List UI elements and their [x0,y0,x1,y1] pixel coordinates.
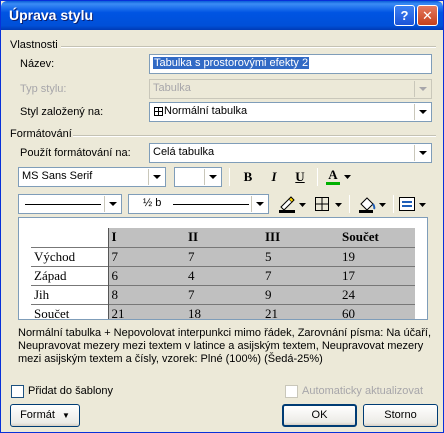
name-input[interactable]: Tabulka s prostorovými efekty 2 [149,54,432,74]
preview-cell: 4 [185,265,262,285]
help-button[interactable]: ? [394,5,415,26]
auto-update-label: Automaticky aktualizovat [302,385,424,397]
toolbar-separator [349,195,350,213]
preview-cell: I [108,228,185,247]
line-weight-sample [173,204,249,205]
preview-cell: 24 [339,284,415,304]
based-on-label: Styl založený na: [20,106,104,118]
toolbar-separator [229,168,230,186]
style-type-select: Tabulka [149,79,432,99]
name-label: Název: [20,58,55,70]
preview-cell: Východ [31,246,109,266]
close-button[interactable]: ✕ [417,5,438,26]
borders-icon[interactable] [315,197,329,211]
format-button-label: Formát [20,409,55,421]
auto-update-checkbox [285,385,298,398]
chevron-down-icon[interactable] [299,203,306,207]
apply-to-label: Použít formátování na: [20,147,131,159]
properties-group-label: Vlastnosti [10,39,58,51]
style-type-label: Typ stylu: [20,83,67,95]
underline-button[interactable]: U [289,167,311,187]
style-description: Normální tabulka + Nepovolovat interpunk… [18,327,431,365]
preview-cell: 18 [185,303,262,319]
preview-cell: III [262,228,339,247]
font-size-select[interactable] [174,167,222,187]
preview-cell: Západ [31,265,109,285]
font-name-value: MS Sans Serif [22,170,93,182]
cancel-button[interactable]: Storno [363,404,438,427]
preview-cell: Součet [31,303,109,319]
preview-cell: Součet [339,228,415,247]
formatting-group-label: Formátování [10,128,72,140]
preview-cell: II [185,228,262,247]
preview-cell: 19 [339,246,415,266]
font-name-select[interactable]: MS Sans Serif [18,167,166,187]
preview-cell: 9 [262,284,339,304]
preview-cell: 7 [185,284,262,304]
alignment-icon[interactable] [399,197,415,211]
preview-row: Součet 21 18 21 60 [31,303,415,319]
preview-row: I II III Součet [31,228,415,247]
chevron-down-icon[interactable] [419,203,426,207]
chevron-down-icon[interactable] [335,203,342,207]
font-color-swatch [326,182,340,185]
style-preview: I II III Součet Východ 7 7 5 19 Západ 6 4 7 17 Jih 8 7 9 2… [18,217,428,320]
properties-divider [61,46,436,48]
toolbar-separator [393,195,394,213]
chevron-down-icon[interactable] [414,145,430,161]
apply-to-select[interactable]: Celá tabulka [149,143,432,163]
preview-row: Západ 6 4 7 17 [31,265,415,285]
preview-cell: 7 [185,246,262,266]
border-color-icon[interactable] [278,195,296,213]
chevron-down-icon[interactable] [344,175,351,179]
preview-cell: 8 [108,284,185,304]
format-button[interactable]: Formát ▼ [10,404,80,427]
preview-cell: 7 [108,246,185,266]
preview-table: I II III Součet Východ 7 7 5 19 Západ 6 4 7 17 Jih 8 7 9 2… [31,228,415,319]
chevron-down-icon[interactable] [104,196,120,212]
preview-cell: 7 [262,265,339,285]
add-to-template-label: Přidat do šablony [28,385,113,397]
preview-cell: 21 [262,303,339,319]
table-icon [154,107,163,116]
preview-cell: 21 [108,303,185,319]
italic-button[interactable]: I [263,167,285,187]
dialog-title: Úprava stylu [9,7,94,23]
line-style-sample [25,204,101,205]
chevron-down-icon[interactable] [251,196,267,212]
toolbar-separator [317,168,318,186]
chevron-down-icon[interactable] [148,169,164,185]
preview-cell: 60 [339,303,415,319]
ok-button[interactable]: OK [282,404,357,427]
chevron-down-icon[interactable] [379,203,386,207]
shading-color-icon[interactable] [358,195,376,213]
style-type-value: Tabulka [153,82,191,94]
line-weight-select[interactable]: ½ b [128,194,269,214]
add-to-template-checkbox[interactable] [11,385,24,398]
chevron-down-icon[interactable] [204,169,220,185]
formatting-divider [73,135,436,137]
preview-cell [31,228,109,247]
line-style-select[interactable] [18,194,122,214]
preview-cell: 5 [262,246,339,266]
preview-row: Jih 8 7 9 24 [31,284,415,304]
title-bar: Úprava stylu ? ✕ [1,1,443,30]
line-weight-value: ½ b [143,197,162,209]
preview-row: Východ 7 7 5 19 [31,246,415,266]
based-on-value: Normální tabulka [164,105,248,117]
font-color-button[interactable]: A [325,165,341,185]
name-input-value: Tabulka s prostorovými efekty 2 [153,57,310,69]
chevron-down-icon[interactable] [414,104,430,120]
bold-button[interactable]: B [237,167,259,187]
font-color-glyph: A [328,167,338,182]
chevron-down-icon [414,81,430,97]
triangle-down-icon: ▼ [61,411,70,420]
based-on-select[interactable]: Normální tabulka [149,102,432,122]
preview-cell: 17 [339,265,415,285]
preview-cell: 6 [108,265,185,285]
apply-to-value: Celá tabulka [153,146,215,158]
preview-cell: Jih [31,284,109,304]
modify-style-dialog: Úprava stylu ? ✕ Vlastnosti Název: Tabul… [0,0,444,433]
